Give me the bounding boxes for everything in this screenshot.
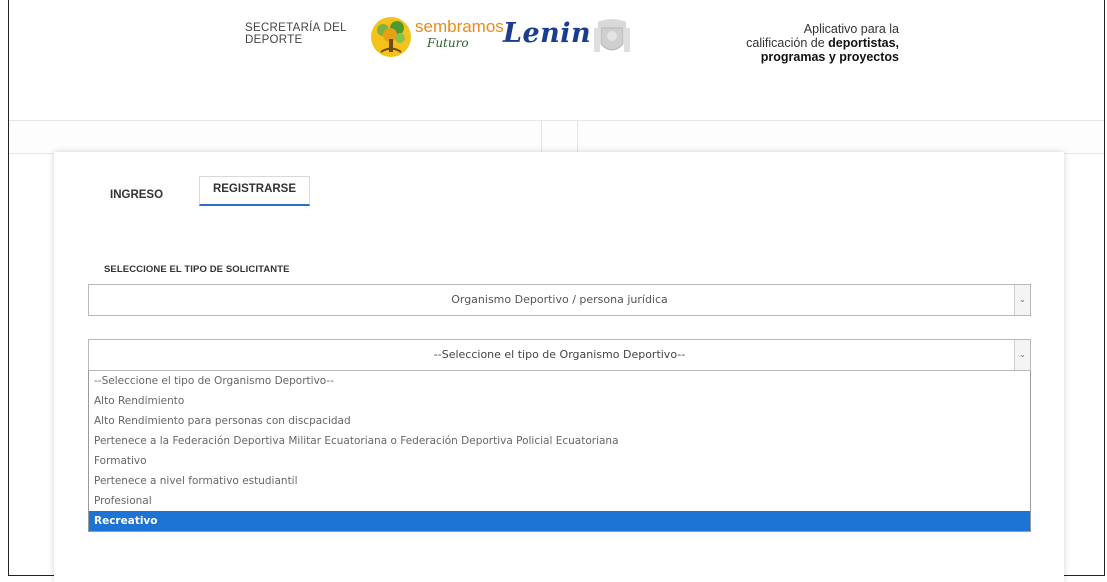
tab-ingreso[interactable]: INGRESO	[110, 189, 163, 201]
secretaria-line1: SECRETARÍA DEL	[245, 22, 347, 34]
dropdown-option[interactable]: Alto Rendimiento para personas con discp…	[89, 411, 1030, 431]
registration-panel: INGRESO REGISTRARSE SELECCIONE EL TIPO D…	[54, 152, 1064, 582]
solicitante-label: SELECCIONE EL TIPO DE SOLICITANTE	[104, 264, 290, 275]
app-desc-line2: calificación de deportistas,	[699, 36, 899, 50]
tipo-organismo-select[interactable]: --Seleccione el tipo de Organismo Deport…	[88, 339, 1031, 371]
app-desc-line1: Aplicativo para la	[803, 22, 899, 36]
sembramos-text: sembramos	[415, 17, 504, 36]
dropdown-option-highlighted[interactable]: Recreativo	[89, 511, 1030, 531]
tipo-solicitante-value: Organismo Deportivo / persona jurídica	[451, 293, 668, 306]
app-desc-line3-wrap: programas y proyectos	[699, 50, 899, 64]
secretaria-logo-text: SECRETARÍA DEL DEPORTE	[245, 22, 347, 46]
app-description: Aplicativo para la calificación de depor…	[699, 22, 899, 64]
app-desc-line2-bold: deportistas,	[828, 36, 899, 50]
dropdown-option[interactable]: Formativo	[89, 451, 1030, 471]
dropdown-option[interactable]: --Seleccione el tipo de Organismo Deport…	[89, 371, 1030, 391]
nav-divider	[577, 121, 578, 153]
dropdown-option[interactable]: Pertenece a la Federación Deportiva Mili…	[89, 431, 1030, 451]
futuro-text: Futuro	[427, 36, 469, 50]
nav-divider	[541, 121, 542, 153]
coat-of-arms-icon	[594, 19, 630, 52]
chevron-down-icon[interactable]: ⌄	[1014, 340, 1030, 370]
dropdown-option[interactable]: Pertenece a nivel formativo estudiantil	[89, 471, 1030, 491]
chevron-down-icon[interactable]: ⌄	[1014, 285, 1030, 315]
lenin-signature: Lenin	[503, 18, 592, 49]
tipo-organismo-options: --Seleccione el tipo de Organismo Deport…	[88, 371, 1031, 532]
tipo-organismo-value: --Seleccione el tipo de Organismo Deport…	[433, 348, 686, 361]
secretaria-line2: DEPORTE	[245, 34, 303, 46]
tree-logo-icon	[371, 17, 411, 57]
nav-bar	[9, 120, 1104, 154]
dropdown-option[interactable]: Profesional	[89, 491, 1030, 511]
app-frame: SECRETARÍA DEL DEPORTE sembramos Futuro …	[8, 0, 1105, 582]
app-desc-line2-pre: calificación de	[746, 36, 829, 50]
dropdown-option[interactable]: Alto Rendimiento	[89, 391, 1030, 411]
tipo-solicitante-select[interactable]: Organismo Deportivo / persona jurídica ⌄	[88, 284, 1031, 316]
app-desc-line3: programas y proyectos	[760, 50, 899, 64]
tab-registrarse[interactable]: REGISTRARSE	[199, 176, 310, 206]
header: SECRETARÍA DEL DEPORTE sembramos Futuro …	[9, 0, 1104, 120]
